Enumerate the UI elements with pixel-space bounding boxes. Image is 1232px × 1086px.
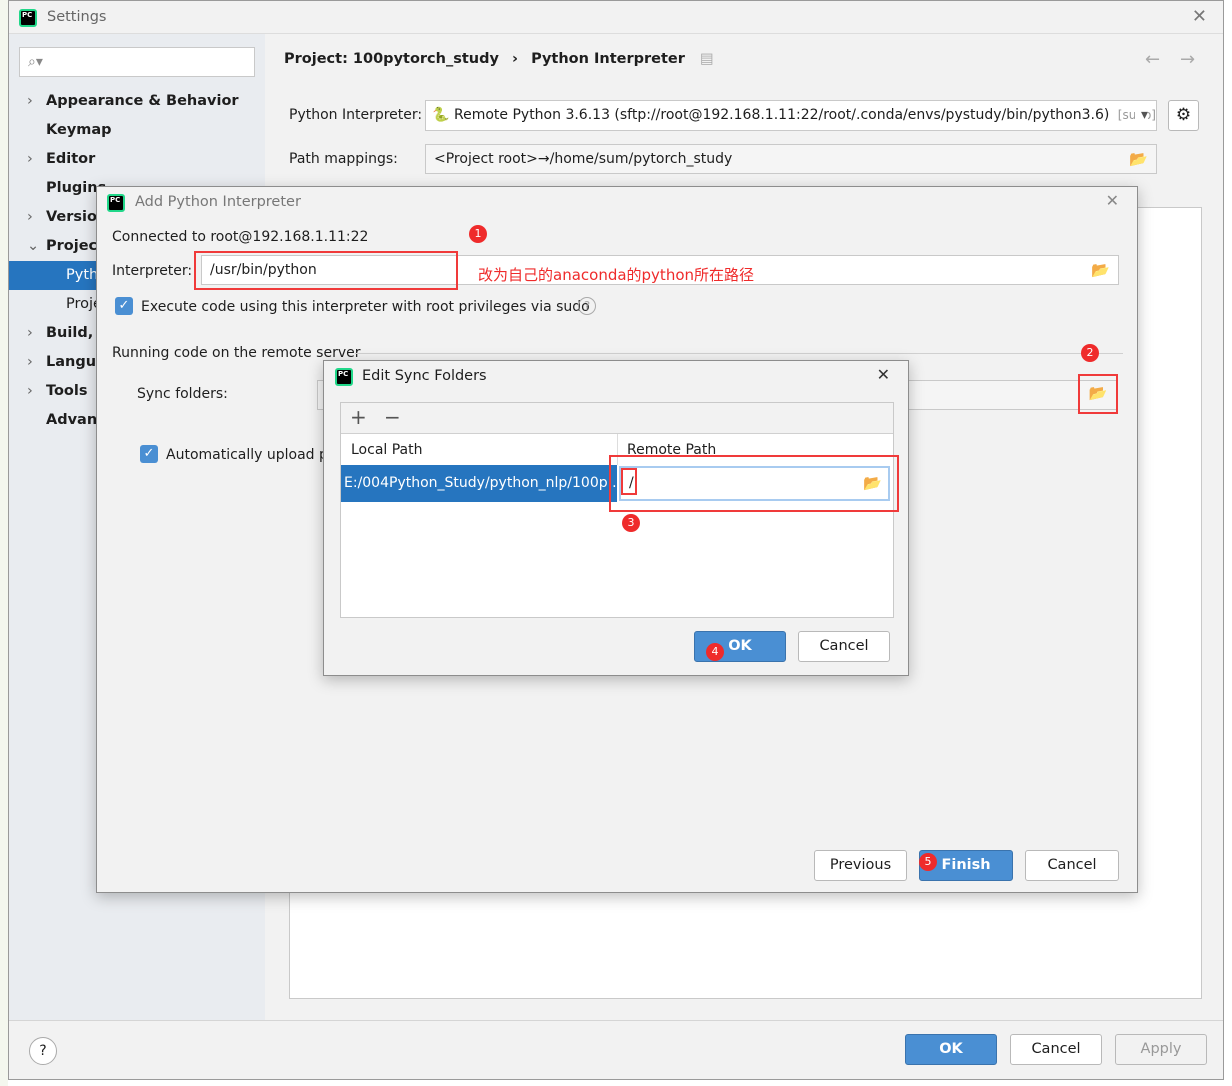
sync-folders-browse-button[interactable]: 📂 (1078, 374, 1118, 414)
interpreter-value: Remote Python 3.6.13 (sftp://root@192.16… (454, 107, 1110, 123)
scope-icon: ▤ (699, 51, 714, 67)
close-icon[interactable]: ✕ (1106, 191, 1119, 210)
forward-arrow-icon[interactable]: → (1180, 49, 1195, 70)
python-icon: 🐍 (432, 107, 450, 123)
sidebar-item-label: Tools (46, 383, 88, 399)
path-mappings-label: Path mappings: (289, 151, 398, 167)
interpreter-select[interactable]: 🐍 Remote Python 3.6.13 (sftp://root@192.… (425, 100, 1157, 131)
sidebar-item[interactable]: Keymap (9, 116, 265, 145)
ok-button[interactable]: OK (905, 1034, 997, 1065)
folder-icon: 📂 (1088, 384, 1108, 402)
step-badge-4: 4 (706, 643, 724, 661)
annotation-text: 改为自己的anaconda的python所在路径 (478, 266, 755, 284)
breadcrumb-page: Python Interpreter (531, 51, 685, 67)
sidebar-item-label: Keymap (46, 122, 112, 138)
previous-button[interactable]: Previous (814, 850, 907, 881)
sidebar-item[interactable]: › Editor (9, 145, 265, 174)
cancel-button[interactable]: Cancel (798, 631, 890, 662)
auto-upload-checkbox[interactable]: ✓ (140, 445, 158, 463)
cancel-button[interactable]: Cancel (1010, 1034, 1102, 1065)
back-arrow-icon[interactable]: ← (1145, 49, 1160, 70)
sidebar-item[interactable]: › Appearance & Behavior (9, 87, 265, 116)
step-badge-1: 1 (469, 225, 487, 243)
pycharm-logo-icon: PC (107, 194, 125, 212)
highlight-box-1 (194, 251, 458, 290)
folder-icon[interactable]: 📂 (1091, 256, 1110, 284)
background-window-edge (0, 0, 8, 1086)
help-icon[interactable]: ? (578, 297, 596, 315)
sync-folders-label: Sync folders: (137, 386, 228, 402)
add-button[interactable]: + (350, 405, 367, 429)
pycharm-logo-icon: PC (19, 9, 37, 27)
cancel-button[interactable]: Cancel (1025, 850, 1119, 881)
gear-button[interactable]: ⚙ (1168, 100, 1199, 131)
edit-sync-folders-dialog: PC Edit Sync Folders ✕ + − Local Path Re… (323, 360, 909, 676)
sidebar-item-label: Pyth (66, 267, 99, 283)
section-divider (355, 353, 1123, 354)
table-row-local-path[interactable]: E:/004Python_Study/python_nlp/100p... (341, 465, 617, 502)
step-badge-5: 5 (919, 853, 937, 871)
section-heading: Running code on the remote server (112, 345, 361, 361)
search-icon: ⌕▾ (28, 54, 43, 70)
chevron-down-icon[interactable]: ⌄ (27, 232, 39, 261)
step-badge-3: 3 (622, 514, 640, 532)
interpreter-label: Interpreter: (112, 263, 193, 279)
sudo-label[interactable]: Execute code using this interpreter with… (141, 299, 590, 315)
table-toolbar: + − (341, 403, 893, 434)
chevron-right-icon[interactable]: › (27, 203, 33, 232)
sidebar-item-label: Appearance & Behavior (46, 93, 239, 109)
chevron-right-icon[interactable]: › (27, 319, 33, 348)
highlight-box-slash (621, 468, 637, 495)
gear-icon: ⚙ (1175, 105, 1192, 125)
dialog-title: Add Python Interpreter (135, 194, 301, 210)
divider (9, 1020, 1223, 1021)
apply-button[interactable]: Apply (1115, 1034, 1207, 1065)
title-bar: PC Settings ✕ (9, 1, 1223, 34)
search-input[interactable]: ⌕▾ (19, 47, 255, 77)
breadcrumb-separator: › (512, 51, 518, 67)
sidebar-item-label: Editor (46, 151, 96, 167)
column-header-local-path[interactable]: Local Path (351, 442, 423, 458)
interpreter-label: Python Interpreter: (289, 107, 423, 123)
breadcrumb: Project: 100pytorch_study › Python Inter… (284, 51, 714, 67)
remove-button[interactable]: − (384, 405, 401, 429)
connected-label: Connected to root@192.168.1.11:22 (112, 229, 369, 245)
breadcrumb-project[interactable]: Project: 100pytorch_study (284, 51, 499, 67)
chevron-down-icon: ▾ (1134, 101, 1148, 129)
dialog-title: Edit Sync Folders (362, 368, 487, 384)
highlight-box-3 (609, 455, 899, 512)
close-icon[interactable]: ✕ (877, 365, 890, 384)
window-title: Settings (47, 9, 107, 25)
close-icon[interactable]: ✕ (1192, 6, 1207, 27)
folder-icon[interactable]: 📂 (1129, 145, 1148, 173)
step-badge-2: 2 (1081, 344, 1099, 362)
chevron-right-icon[interactable]: › (27, 377, 33, 406)
chevron-right-icon[interactable]: › (27, 87, 33, 116)
path-mappings-field[interactable]: <Project root>→/home/sum/pytorch_study 📂 (425, 144, 1157, 174)
sudo-checkbox[interactable]: ✓ (115, 297, 133, 315)
auto-upload-label[interactable]: Automatically upload p (166, 447, 328, 463)
path-mappings-value: <Project root>→/home/sum/pytorch_study (434, 151, 733, 167)
chevron-right-icon[interactable]: › (27, 348, 33, 377)
help-button[interactable]: ? (29, 1037, 57, 1065)
pycharm-logo-icon: PC (335, 368, 353, 386)
chevron-right-icon[interactable]: › (27, 145, 33, 174)
